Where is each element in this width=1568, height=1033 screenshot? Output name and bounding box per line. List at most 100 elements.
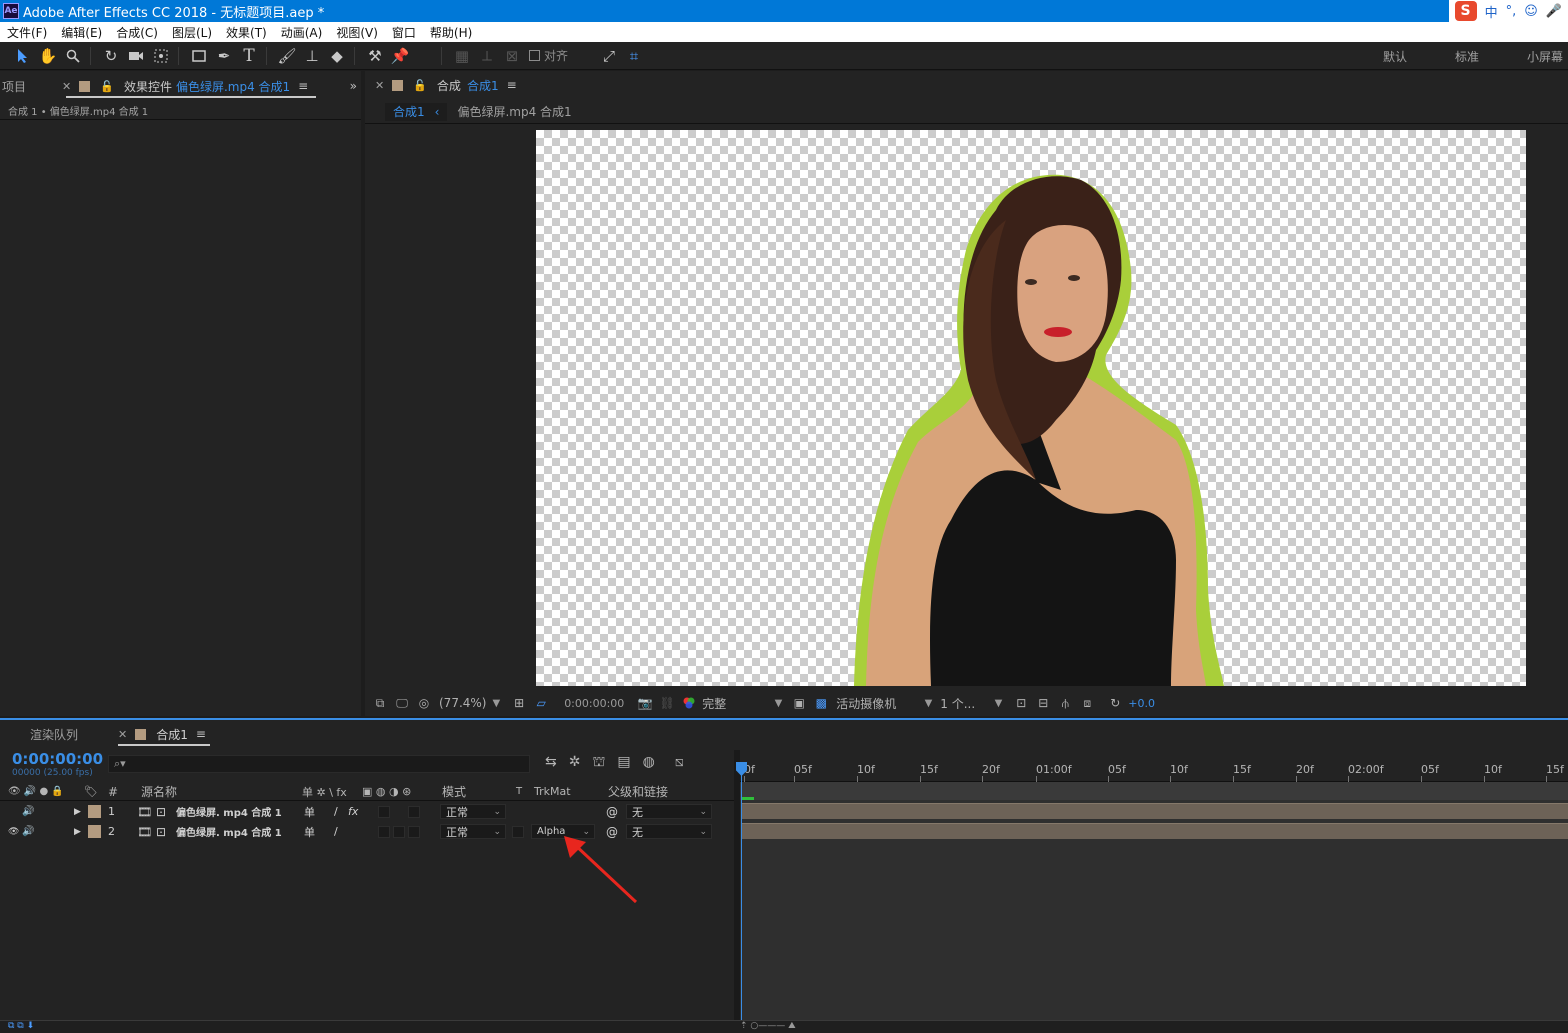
- grid-guides-icon[interactable]: ⊞: [510, 695, 528, 711]
- timeline-current-time[interactable]: 0:00:00:00: [12, 750, 103, 768]
- layer-label-color[interactable]: [88, 822, 101, 841]
- tab-effect-controls[interactable]: 效果控件: [124, 78, 172, 95]
- menu-effect[interactable]: 效果(T): [219, 24, 274, 41]
- switch-box[interactable]: [408, 822, 420, 841]
- work-area-bar[interactable]: [740, 782, 1568, 800]
- layer-source-name[interactable]: 偏色绿屏. mp4 合成 1: [176, 822, 282, 841]
- selection-tool-icon[interactable]: [12, 45, 34, 67]
- rotate-tool-icon[interactable]: ↻: [100, 45, 122, 67]
- graph-editor-icon[interactable]: ⧅: [675, 754, 684, 772]
- preserve-transparency-checkbox[interactable]: [512, 822, 524, 841]
- toggle-mask-path-icon[interactable]: ▱: [532, 695, 550, 711]
- motion-blur-icon[interactable]: ◍: [643, 754, 655, 772]
- layer-label-color[interactable]: [88, 802, 101, 821]
- layer-search-input[interactable]: ⌕▾: [108, 755, 530, 773]
- menu-composition[interactable]: 合成(C): [109, 24, 165, 41]
- time-ruler[interactable]: 0f 05f 10f 15f 20f 01:00f 05f 10f 15f 20…: [740, 756, 1568, 782]
- zoom-tool-icon[interactable]: [62, 45, 84, 67]
- tab-composition-label[interactable]: 合成: [437, 77, 461, 94]
- panel-menu-icon[interactable]: ≡: [298, 79, 308, 93]
- composition-canvas[interactable]: [536, 130, 1526, 686]
- pen-tool-icon[interactable]: ✒: [213, 45, 235, 67]
- camera-view-dropdown[interactable]: 活动摄像机 ▼: [836, 695, 932, 712]
- audio-speaker-icon[interactable]: 🔊: [22, 822, 34, 841]
- lock-icon[interactable]: 🔓: [413, 79, 427, 92]
- workspace-small-screen[interactable]: 小屏幕: [1527, 42, 1563, 70]
- camera-tool-icon[interactable]: [125, 45, 147, 67]
- switch-box[interactable]: [378, 802, 390, 821]
- expand-triangle-icon[interactable]: ▶: [74, 802, 81, 821]
- layer-row-1[interactable]: 🔊 ▶ 1 🎞 ⊡ 偏色绿屏. mp4 合成 1 单 / fx 正常 ⌄ @ 无 ⌄: [0, 802, 734, 821]
- close-icon[interactable]: ✕: [118, 728, 127, 741]
- expand-panels-icon[interactable]: »: [350, 79, 357, 93]
- blend-mode-dropdown[interactable]: 正常 ⌄: [440, 822, 506, 841]
- always-preview-icon[interactable]: ⧉: [371, 695, 389, 711]
- snap-options-icon[interactable]: ⤢: [598, 45, 620, 67]
- shy-switch-icon[interactable]: 单: [304, 822, 315, 841]
- snap-toggle[interactable]: 对齐: [529, 47, 568, 64]
- resolution-dropdown[interactable]: 完整 ▼: [702, 695, 782, 712]
- draft-3d-icon[interactable]: ✲: [569, 754, 581, 772]
- show-snapshot-icon[interactable]: ⛓: [658, 695, 676, 711]
- workspace-standard[interactable]: 标准: [1455, 42, 1479, 70]
- sogou-logo-icon[interactable]: S: [1454, 1, 1477, 21]
- menu-animation[interactable]: 动画(A): [274, 24, 330, 41]
- blend-mode-dropdown[interactable]: 正常 ⌄: [440, 802, 506, 821]
- panel-menu-icon[interactable]: ≡: [507, 78, 517, 92]
- view-layout-dropdown[interactable]: 1 个... ▼: [940, 695, 1002, 712]
- magnification-dropdown[interactable]: (77.4%) ▼: [439, 696, 500, 710]
- exposure-value[interactable]: +0.0: [1128, 697, 1155, 710]
- clone-stamp-tool-icon[interactable]: ⊥: [301, 45, 323, 67]
- fx-switch-icon[interactable]: fx: [348, 802, 358, 821]
- menu-help[interactable]: 帮助(H): [423, 24, 479, 41]
- ime-language-toggle[interactable]: 中: [1485, 2, 1498, 21]
- ime-toolbar[interactable]: S 中 °, ☺ 🎤: [1448, 0, 1568, 22]
- toggle-switches-icon[interactable]: ⧉ ⧉ ⬇: [8, 1021, 34, 1031]
- tab-timeline-comp[interactable]: 合成1: [156, 726, 188, 743]
- roto-brush-tool-icon[interactable]: ⚒: [364, 45, 386, 67]
- comp-flowchart-icon[interactable]: ⇆: [545, 754, 557, 772]
- monitor-icon[interactable]: 🖵: [393, 695, 411, 711]
- label-tag-icon[interactable]: 🏷: [84, 785, 98, 798]
- effect-controls-layer-name[interactable]: 偏色绿屏.mp4 合成1: [176, 78, 290, 95]
- audio-speaker-icon[interactable]: 🔊: [22, 802, 34, 821]
- menu-layer[interactable]: 图层(L): [165, 24, 219, 41]
- lock-icon[interactable]: 🔓: [100, 80, 114, 93]
- parent-pickwhip-icon[interactable]: @: [606, 802, 618, 821]
- source-name-header[interactable]: 源名称: [141, 783, 177, 800]
- tab-project[interactable]: 项目: [2, 78, 26, 95]
- parent-dropdown[interactable]: 无 ⌄: [626, 802, 712, 821]
- brush-tool-icon[interactable]: 🖌: [276, 45, 298, 67]
- snap-features-icon[interactable]: ⌗: [623, 45, 645, 67]
- transparency-grid-icon[interactable]: ▩: [812, 695, 830, 711]
- menu-view[interactable]: 视图(V): [329, 24, 385, 41]
- pan-behind-tool-icon[interactable]: [150, 45, 172, 67]
- ime-mic-icon[interactable]: 🎤: [1546, 4, 1562, 19]
- panel-menu-icon[interactable]: ≡: [196, 727, 206, 741]
- ime-punctuation-toggle[interactable]: °,: [1506, 4, 1517, 19]
- timeline-icon[interactable]: ⫛: [1056, 695, 1074, 711]
- switch-box[interactable]: [393, 822, 405, 841]
- workspace-default[interactable]: 默认: [1383, 42, 1407, 70]
- local-axis-mode-icon[interactable]: ▦: [451, 45, 473, 67]
- current-time-display[interactable]: 0:00:00:00: [564, 697, 624, 710]
- channel-rgb-icon[interactable]: [680, 695, 698, 711]
- zoom-slider[interactable]: ⇡ ○——— ⛰: [740, 1021, 796, 1031]
- ime-emoji-icon[interactable]: ☺: [1524, 4, 1538, 19]
- tab-composition-name[interactable]: 合成1: [467, 77, 499, 94]
- region-of-interest-icon[interactable]: ▣: [790, 695, 808, 711]
- snapshot-camera-icon[interactable]: 📷: [636, 695, 654, 711]
- reset-exposure-icon[interactable]: ↻: [1106, 695, 1124, 711]
- world-axis-mode-icon[interactable]: ⟂: [476, 45, 498, 67]
- rectangle-tool-icon[interactable]: [188, 45, 210, 67]
- quality-switch-icon[interactable]: /: [334, 802, 338, 821]
- view-axis-mode-icon[interactable]: ⊠: [501, 45, 523, 67]
- switch-box[interactable]: [408, 802, 420, 821]
- menu-edit[interactable]: 编辑(E): [54, 24, 109, 41]
- snap-checkbox[interactable]: [529, 50, 540, 61]
- expand-triangle-icon[interactable]: ▶: [74, 822, 81, 841]
- hide-shy-layers-icon[interactable]: ⛫: [592, 754, 605, 772]
- quality-switch-icon[interactable]: /: [334, 822, 338, 841]
- comp-breadcrumb-other[interactable]: 偏色绿屏.mp4 合成1: [457, 103, 571, 120]
- puppet-pin-tool-icon[interactable]: 📌: [389, 45, 411, 67]
